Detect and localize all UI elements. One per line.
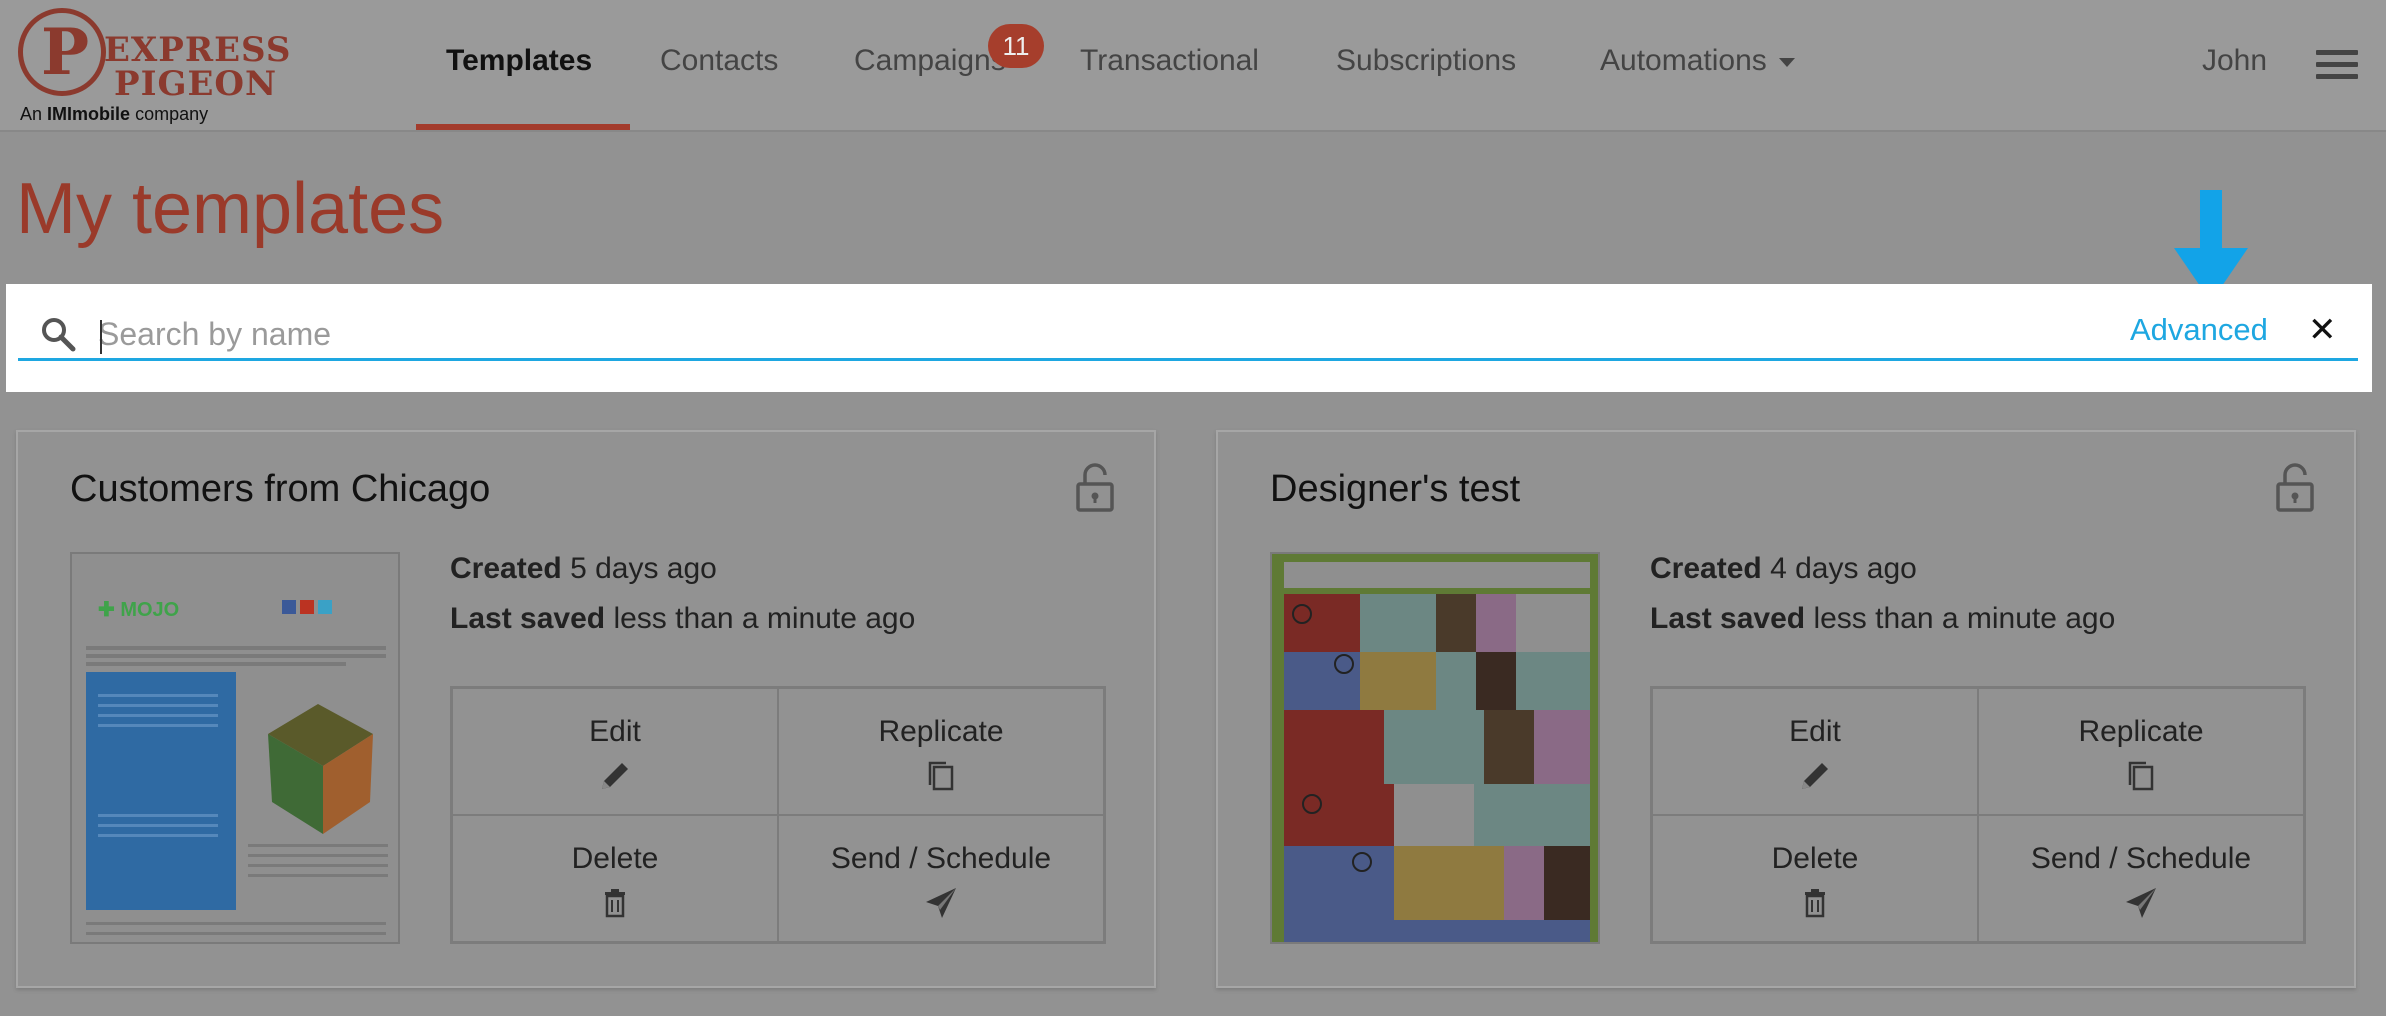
template-actions: Edit Replicate Delete Send / Schedule — [450, 686, 1106, 944]
lock-icon[interactable] — [1076, 462, 1114, 512]
replicate-button[interactable]: Replicate — [778, 688, 1104, 815]
created-value: 4 days ago — [1770, 552, 1917, 585]
template-thumbnail[interactable] — [1270, 552, 1600, 944]
chevron-down-icon — [1778, 57, 1795, 67]
created-info: Created 5 days ago — [450, 552, 717, 586]
nav-tab-transactional[interactable]: Transactional — [1080, 44, 1259, 78]
created-value: 5 days ago — [570, 552, 717, 585]
created-label: Created — [450, 552, 562, 585]
pencil-icon — [1802, 763, 1828, 789]
hamburger-icon[interactable] — [2316, 50, 2358, 80]
nav-tab-automations-label: Automations — [1600, 44, 1767, 77]
logo-word-2: PIGEON — [114, 64, 278, 104]
last-saved-value: less than a minute ago — [613, 602, 916, 635]
logo-tagline: An IMImobile company — [20, 104, 208, 125]
svg-text:✚ MOJO: ✚ MOJO — [98, 599, 179, 621]
logo-mark — [18, 8, 106, 96]
nav-tab-subscriptions[interactable]: Subscriptions — [1336, 44, 1516, 78]
template-card: Customers from Chicago ✚ MOJO Created 5 … — [16, 430, 1156, 988]
page-title: My templates — [16, 169, 445, 249]
edit-button[interactable]: Edit — [452, 688, 778, 815]
active-tab-indicator — [416, 124, 630, 130]
search-box: Advanced ✕ — [18, 302, 2358, 361]
copy-icon — [2128, 761, 2154, 791]
edit-button-label: Edit — [1789, 715, 1841, 748]
tagline-suffix: company — [135, 104, 209, 124]
lock-icon[interactable] — [2276, 462, 2314, 512]
close-icon[interactable]: ✕ — [2308, 310, 2337, 350]
replicate-button-label: Replicate — [2078, 715, 2204, 748]
campaigns-count-badge: 11 — [988, 24, 1044, 68]
search-panel: Advanced ✕ — [6, 284, 2372, 392]
nav-tab-contacts[interactable]: Contacts — [660, 44, 778, 78]
template-actions: Edit Replicate Delete Send / Schedule — [1650, 686, 2306, 944]
copy-icon — [928, 761, 954, 791]
trash-icon — [1805, 889, 1825, 918]
last-saved-label: Last saved — [1650, 602, 1806, 635]
last-saved-info: Last saved less than a minute ago — [450, 602, 915, 636]
delete-button[interactable]: Delete — [452, 815, 778, 942]
send-schedule-button-label: Send / Schedule — [2030, 842, 2252, 875]
delete-button-label: Delete — [1771, 842, 1859, 875]
edit-button-label: Edit — [589, 715, 641, 748]
search-input[interactable] — [96, 308, 2100, 360]
delete-button-label: Delete — [571, 842, 659, 875]
nav-tab-automations[interactable]: Automations — [1600, 44, 1795, 78]
paper-plane-icon — [2126, 888, 2156, 918]
created-info: Created 4 days ago — [1650, 552, 1917, 586]
pencil-icon — [602, 763, 628, 789]
text-cursor — [100, 320, 102, 354]
edit-button[interactable]: Edit — [1652, 688, 1978, 815]
top-navigation-bar: EXPRESS PIGEON An IMImobile company Temp… — [0, 0, 2386, 132]
last-saved-label: Last saved — [450, 602, 606, 635]
template-thumbnail[interactable]: ✚ MOJO — [70, 552, 400, 944]
nav-tab-campaigns[interactable]: Campaigns — [854, 44, 1006, 78]
template-name[interactable]: Designer's test — [1270, 468, 1520, 511]
user-menu[interactable]: John — [2202, 44, 2267, 78]
advanced-search-link[interactable]: Advanced — [2130, 312, 2268, 348]
paper-plane-icon — [926, 888, 956, 918]
search-icon — [42, 318, 76, 352]
template-card: Designer's test Created 4 days ago Last … — [1216, 430, 2356, 988]
trash-icon — [605, 889, 625, 918]
created-label: Created — [1650, 552, 1762, 585]
tagline-prefix: An — [20, 104, 43, 124]
last-saved-value: less than a minute ago — [1813, 602, 2116, 635]
brand-logo[interactable]: EXPRESS PIGEON An IMImobile company — [14, 6, 290, 126]
send-schedule-button[interactable]: Send / Schedule — [778, 815, 1104, 942]
template-name[interactable]: Customers from Chicago — [70, 468, 490, 511]
replicate-button-label: Replicate — [878, 715, 1004, 748]
delete-button[interactable]: Delete — [1652, 815, 1978, 942]
nav-tab-templates[interactable]: Templates — [446, 44, 592, 78]
tagline-brand: IMImobile — [47, 104, 131, 124]
last-saved-info: Last saved less than a minute ago — [1650, 602, 2115, 636]
send-schedule-button-label: Send / Schedule — [830, 842, 1052, 875]
send-schedule-button[interactable]: Send / Schedule — [1978, 815, 2304, 942]
replicate-button[interactable]: Replicate — [1978, 688, 2304, 815]
